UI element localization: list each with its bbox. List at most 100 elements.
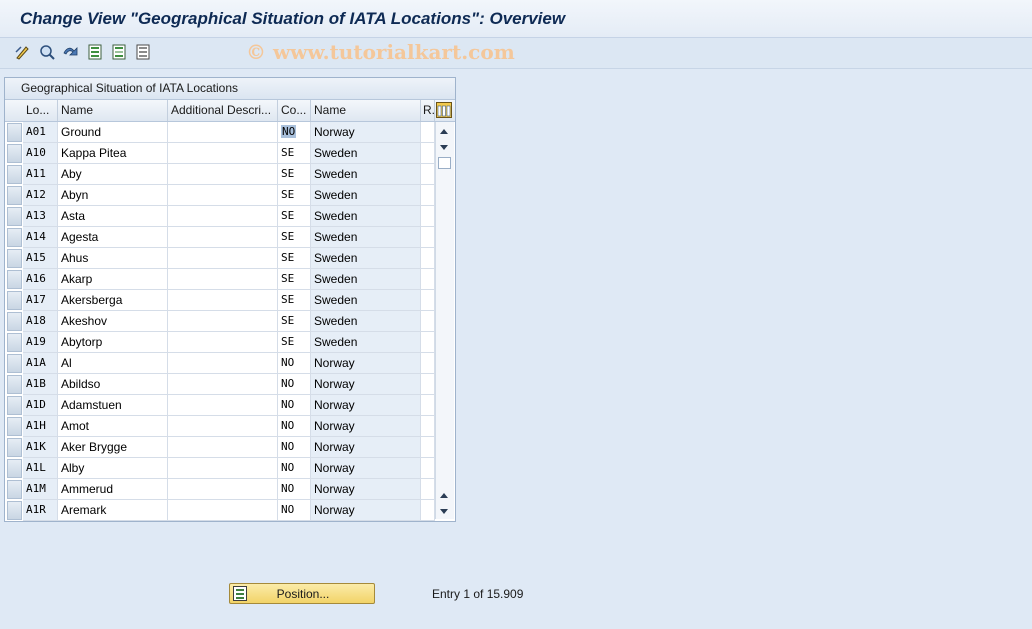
table-settings-icon[interactable] (436, 102, 452, 118)
row-selector[interactable] (7, 354, 22, 373)
row-selector[interactable] (7, 186, 22, 205)
table-row[interactable]: A15 Ahus SE Sweden (5, 248, 455, 269)
cell-region[interactable] (421, 206, 435, 227)
table-row[interactable]: A01 Ground NO Norway (5, 122, 455, 143)
table-row[interactable]: A1K Aker Brygge NO Norway (5, 437, 455, 458)
cell-name[interactable]: Aker Brygge (58, 437, 168, 458)
cell-additional-description[interactable] (168, 374, 278, 395)
cell-country[interactable]: SE (278, 206, 311, 227)
scroll-page-down-arrow-icon[interactable] (440, 509, 448, 514)
cell-country[interactable]: SE (278, 143, 311, 164)
row-selector[interactable] (7, 165, 22, 184)
cell-additional-description[interactable] (168, 416, 278, 437)
row-selector[interactable] (7, 459, 22, 478)
row-selector[interactable] (7, 375, 22, 394)
table-row[interactable]: A10 Kappa Pitea SE Sweden (5, 143, 455, 164)
row-selector[interactable] (7, 249, 22, 268)
table-row[interactable]: A12 Abyn SE Sweden (5, 185, 455, 206)
cell-country[interactable]: SE (278, 311, 311, 332)
cell-additional-description[interactable] (168, 311, 278, 332)
table-row[interactable]: A14 Agesta SE Sweden (5, 227, 455, 248)
cell-name[interactable]: Al (58, 353, 168, 374)
cell-name[interactable]: Akersberga (58, 290, 168, 311)
table-row[interactable]: A1H Amot NO Norway (5, 416, 455, 437)
cell-name[interactable]: Akeshov (58, 311, 168, 332)
cell-additional-description[interactable] (168, 206, 278, 227)
cell-region[interactable] (421, 122, 435, 143)
column-header-additional-description[interactable]: Additional Descri... (168, 100, 278, 121)
cell-additional-description[interactable] (168, 458, 278, 479)
cell-region[interactable] (421, 290, 435, 311)
cell-region[interactable] (421, 164, 435, 185)
row-selector[interactable] (7, 144, 22, 163)
cell-name[interactable]: Ahus (58, 248, 168, 269)
table-row[interactable]: A1A Al NO Norway (5, 353, 455, 374)
cell-country[interactable]: NO (278, 374, 311, 395)
table-row[interactable]: A11 Aby SE Sweden (5, 164, 455, 185)
cell-region[interactable] (421, 143, 435, 164)
row-selector[interactable] (7, 123, 22, 142)
select-block-icon[interactable] (110, 43, 128, 61)
cell-name[interactable]: Agesta (58, 227, 168, 248)
cell-region[interactable] (421, 500, 435, 521)
cell-additional-description[interactable] (168, 500, 278, 521)
cell-name[interactable]: Abytorp (58, 332, 168, 353)
cell-additional-description[interactable] (168, 164, 278, 185)
position-button[interactable]: Position... (229, 583, 375, 604)
cell-country[interactable]: NO (278, 500, 311, 521)
column-header-country[interactable]: Co... (278, 100, 311, 121)
cell-additional-description[interactable] (168, 290, 278, 311)
cell-additional-description[interactable] (168, 437, 278, 458)
cell-region[interactable] (421, 311, 435, 332)
cell-name[interactable]: Ground (58, 122, 168, 143)
cell-additional-description[interactable] (168, 227, 278, 248)
cell-additional-description[interactable] (168, 479, 278, 500)
vertical-scrollbar[interactable] (435, 122, 454, 519)
cell-name[interactable]: Aremark (58, 500, 168, 521)
cell-region[interactable] (421, 458, 435, 479)
table-row[interactable]: A1M Ammerud NO Norway (5, 479, 455, 500)
row-selector[interactable] (7, 333, 22, 352)
cell-country[interactable]: SE (278, 290, 311, 311)
cell-country[interactable]: NO (278, 122, 311, 143)
row-selector[interactable] (7, 270, 22, 289)
cell-region[interactable] (421, 248, 435, 269)
other-view-icon[interactable] (62, 43, 80, 61)
cell-name[interactable]: Kappa Pitea (58, 143, 168, 164)
cell-region[interactable] (421, 332, 435, 353)
cell-country[interactable]: NO (278, 395, 311, 416)
table-row[interactable]: A17 Akersberga SE Sweden (5, 290, 455, 311)
deselect-all-icon[interactable] (134, 43, 152, 61)
cell-name[interactable]: Ammerud (58, 479, 168, 500)
cell-name[interactable]: Adamstuen (58, 395, 168, 416)
cell-region[interactable] (421, 416, 435, 437)
column-header-name[interactable]: Name (58, 100, 168, 121)
scroll-up-arrow-icon[interactable] (440, 129, 448, 134)
cell-region[interactable] (421, 353, 435, 374)
cell-name[interactable]: Akarp (58, 269, 168, 290)
cell-additional-description[interactable] (168, 248, 278, 269)
cell-region[interactable] (421, 227, 435, 248)
cell-country[interactable]: SE (278, 227, 311, 248)
column-header-location[interactable]: Lo... (23, 100, 58, 121)
row-selector[interactable] (7, 480, 22, 499)
cell-name[interactable]: Abildso (58, 374, 168, 395)
table-row[interactable]: A13 Asta SE Sweden (5, 206, 455, 227)
cell-region[interactable] (421, 437, 435, 458)
cell-name[interactable]: Abyn (58, 185, 168, 206)
cell-region[interactable] (421, 374, 435, 395)
cell-region[interactable] (421, 269, 435, 290)
table-row[interactable]: A1L Alby NO Norway (5, 458, 455, 479)
cell-country[interactable]: NO (278, 437, 311, 458)
cell-region[interactable] (421, 479, 435, 500)
display-change-icon[interactable] (14, 43, 32, 61)
cell-country[interactable]: NO (278, 479, 311, 500)
cell-country[interactable]: SE (278, 332, 311, 353)
cell-country[interactable]: SE (278, 185, 311, 206)
cell-additional-description[interactable] (168, 143, 278, 164)
row-selector[interactable] (7, 396, 22, 415)
table-row[interactable]: A18 Akeshov SE Sweden (5, 311, 455, 332)
row-selector[interactable] (7, 207, 22, 226)
cell-additional-description[interactable] (168, 332, 278, 353)
row-selector[interactable] (7, 438, 22, 457)
